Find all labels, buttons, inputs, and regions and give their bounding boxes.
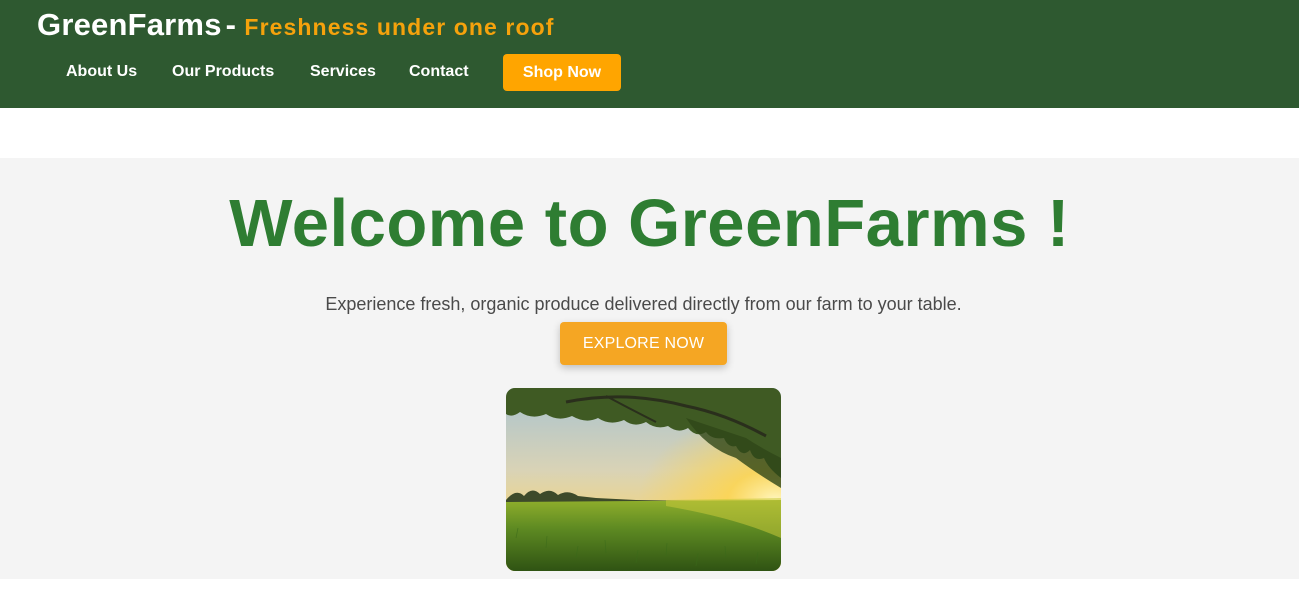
nav-contact[interactable]: Contact: [409, 63, 469, 81]
shop-now-button[interactable]: Shop Now: [503, 54, 621, 91]
brand[interactable]: GreenFarms - Freshness under one roof: [37, 7, 555, 43]
hero-section: Welcome to GreenFarms ! Experience fresh…: [0, 158, 1299, 579]
hero-subtitle: Experience fresh, organic produce delive…: [325, 294, 962, 314]
nav-about-us[interactable]: About Us: [66, 63, 137, 81]
brand-tagline: Freshness under one roof: [244, 14, 555, 40]
nav-our-products[interactable]: Our Products: [172, 63, 274, 81]
explore-now-button[interactable]: EXPLORE NOW: [560, 322, 727, 365]
site-header: GreenFarms - Freshness under one roof Abo…: [0, 0, 1299, 108]
main-nav: About Us Our Products Services Contact S…: [0, 54, 700, 91]
farm-field-image: [506, 388, 781, 571]
nav-services[interactable]: Services: [310, 63, 376, 81]
brand-name: GreenFarms: [37, 7, 222, 42]
farm-field-sunset-image: [506, 388, 781, 571]
brand-separator: -: [225, 7, 236, 42]
hero-title: Welcome to GreenFarms !: [229, 186, 1070, 261]
